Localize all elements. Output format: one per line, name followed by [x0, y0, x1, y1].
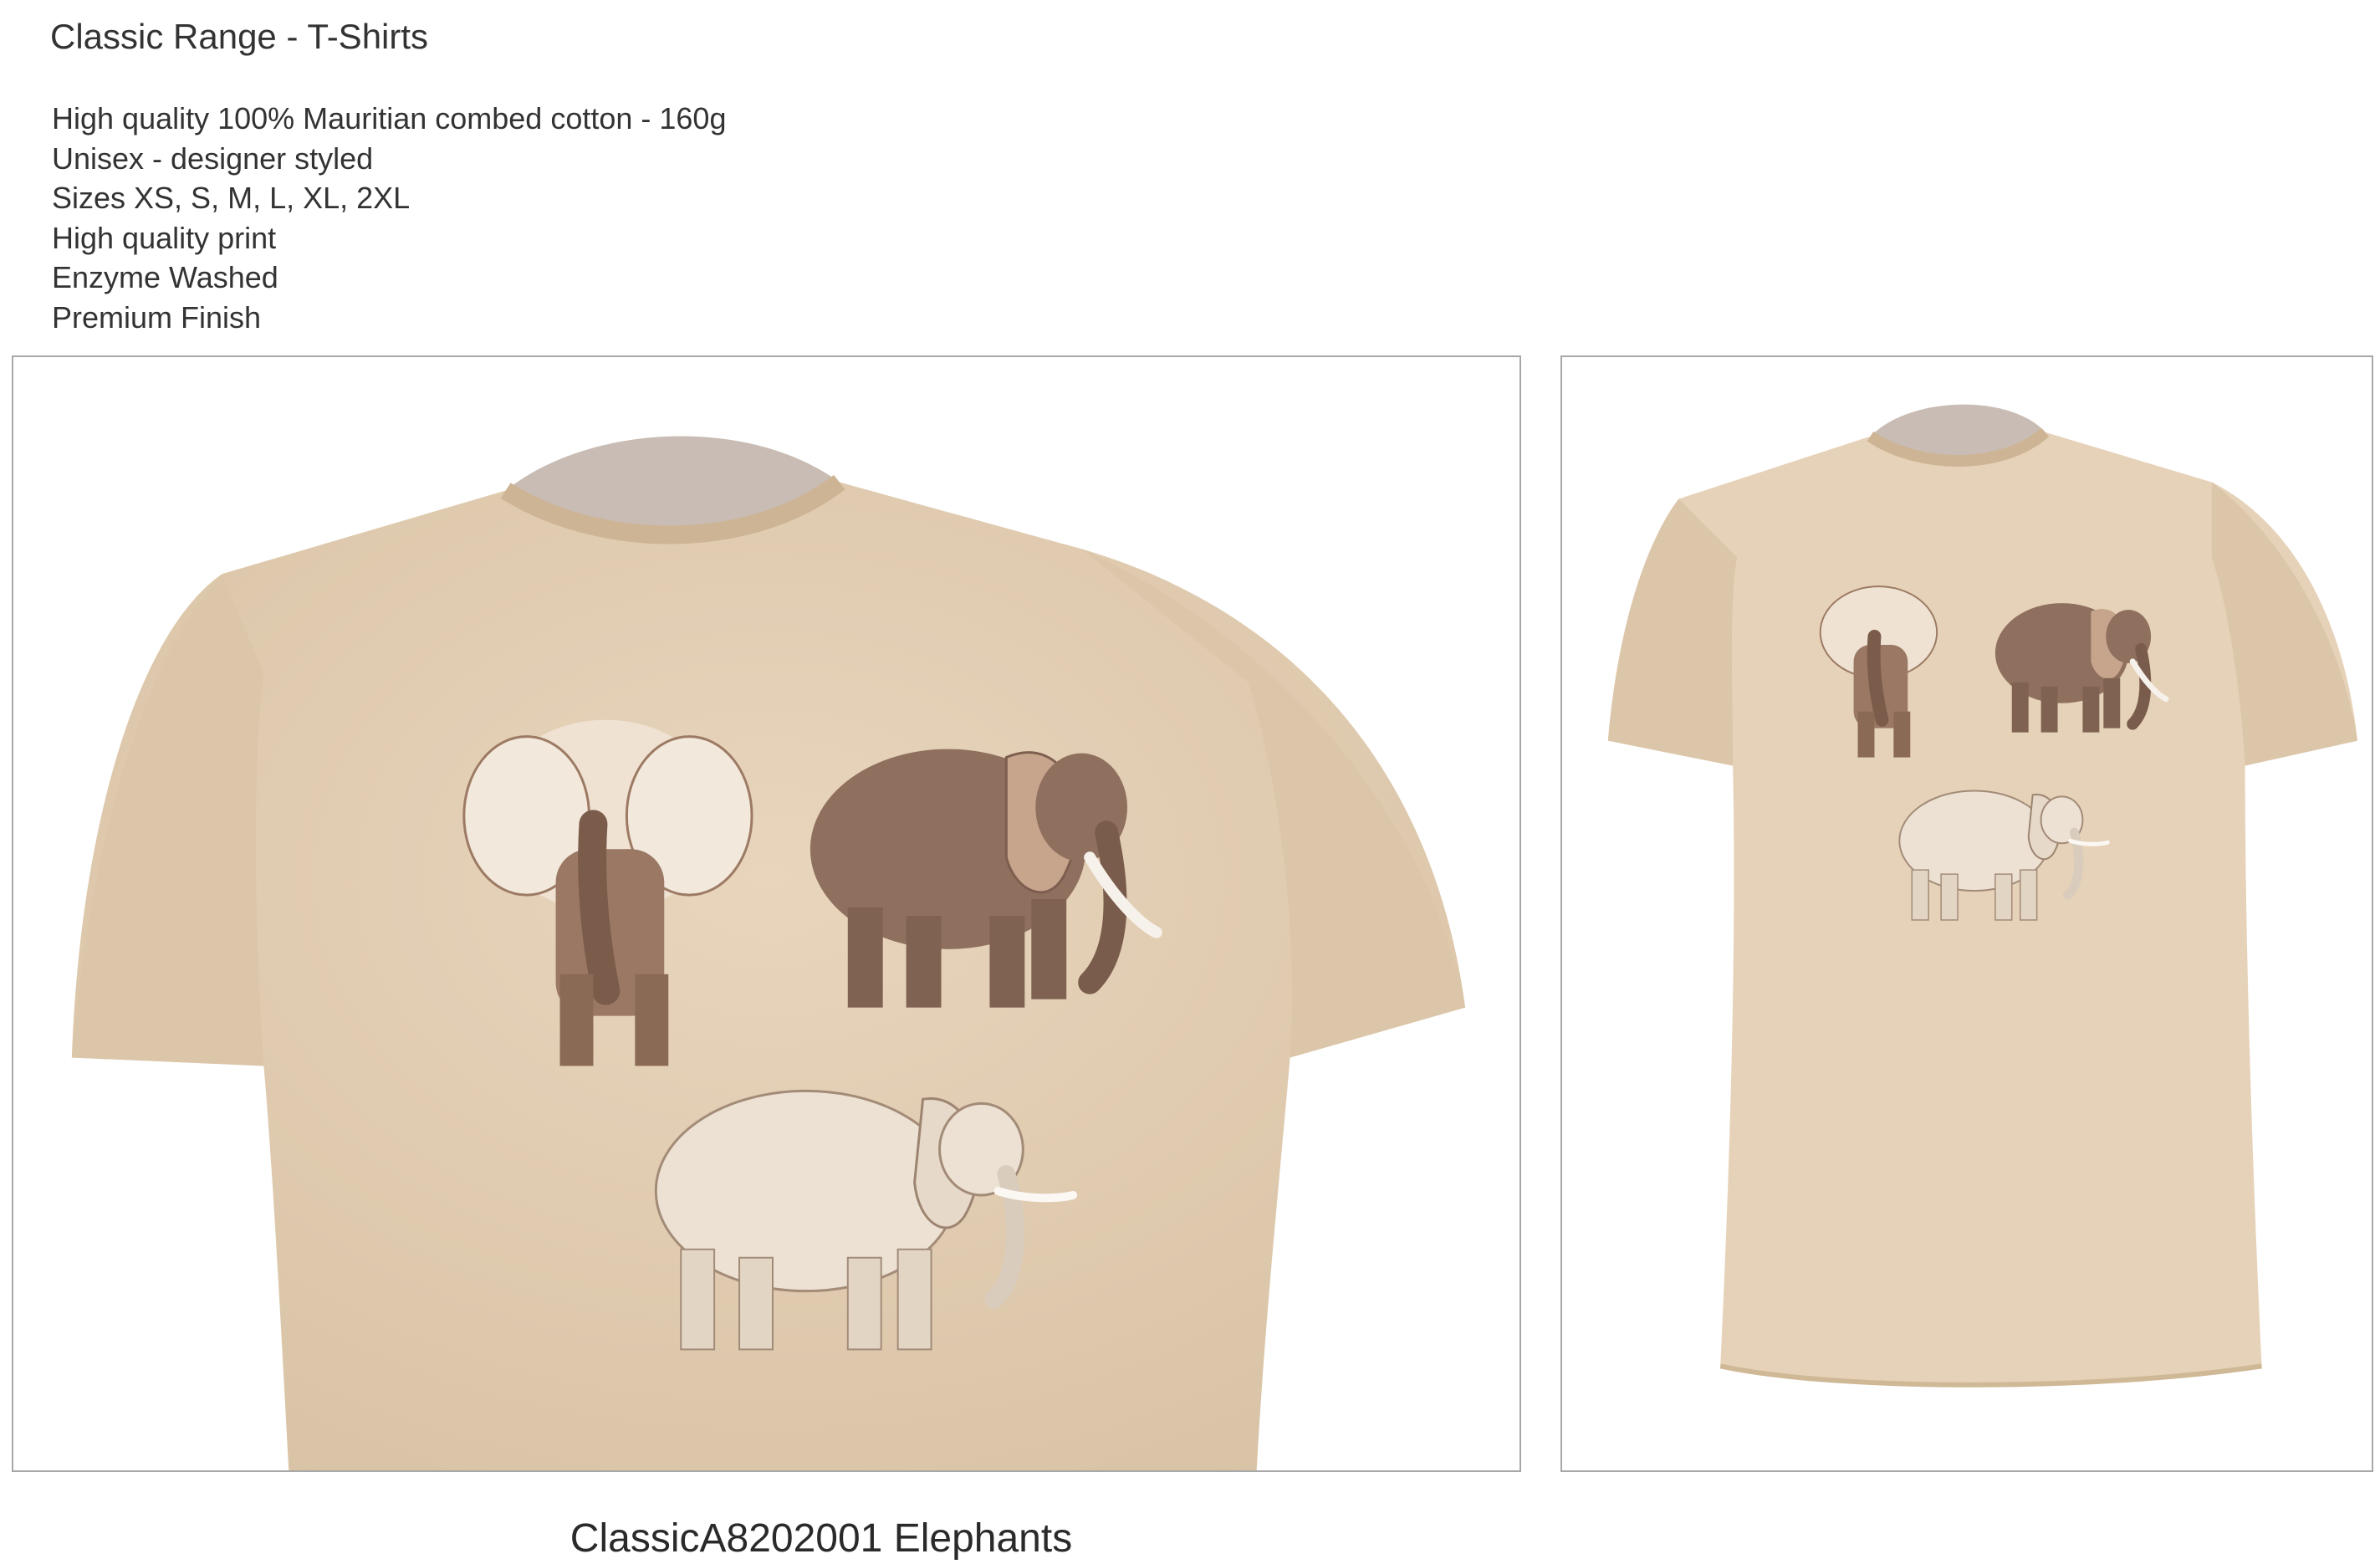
tshirt-full-illustration — [1607, 404, 2358, 1388]
spec-item: High quality 100% Mauritian combed cotto… — [52, 101, 727, 135]
product-image-closeup — [12, 355, 1521, 1472]
spec-item: Unisex - designer styled — [52, 141, 374, 176]
spec-list: High quality 100% Mauritian combed cotto… — [52, 99, 726, 337]
spec-item: Sizes XS, S, M, L, XL, 2XL — [52, 181, 411, 215]
spec-item: Enzyme Washed — [52, 260, 278, 294]
sleeve-left — [1607, 498, 1738, 766]
product-image-full — [1560, 355, 2373, 1472]
spec-item: Premium Finish — [52, 299, 262, 335]
product-caption: ClassicA8202001 Elephants — [569, 1516, 1073, 1561]
page-title: Classic Range - T-Shirts — [50, 17, 429, 56]
spec-item: High quality print — [52, 220, 277, 255]
tshirt-closeup-illustration — [71, 436, 1466, 1470]
